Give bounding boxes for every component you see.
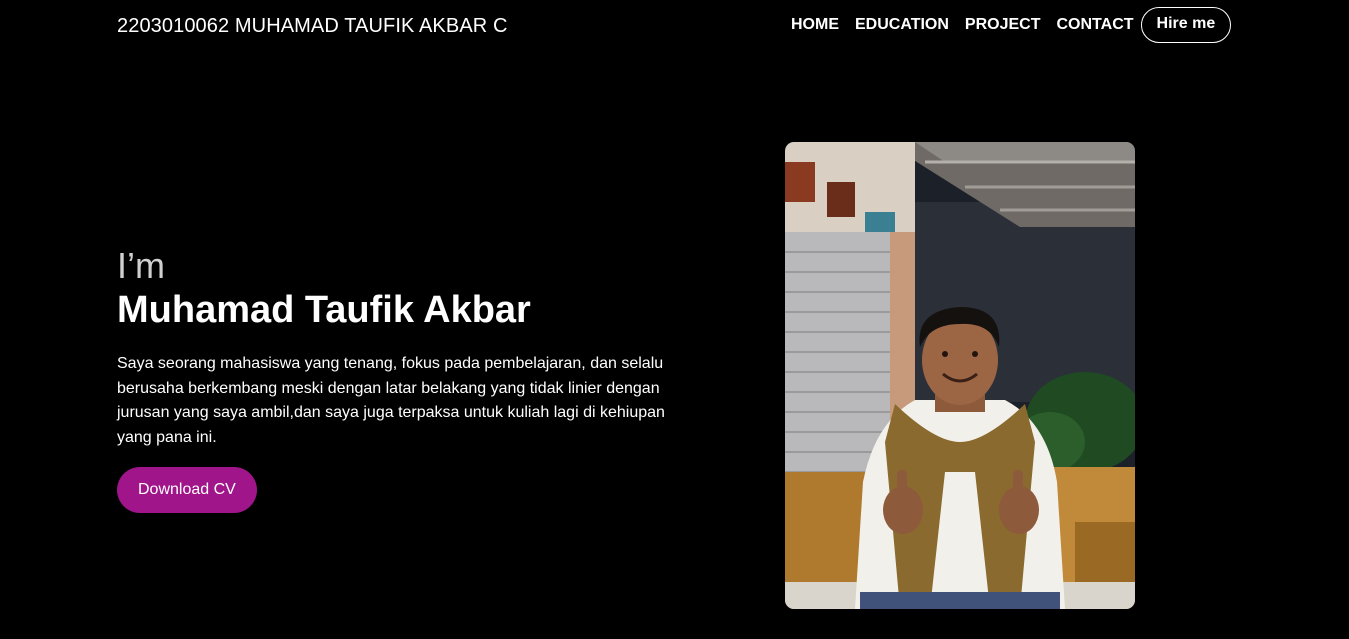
main-nav: HOME EDUCATION PROJECT CONTACT Hire me (791, 7, 1232, 43)
nav-education[interactable]: EDUCATION (855, 16, 949, 34)
profile-photo (785, 142, 1135, 609)
download-cv-button[interactable]: Download CV (117, 467, 257, 513)
hire-me-button[interactable]: Hire me (1140, 7, 1232, 43)
hero-intro: I’m Muhamad Taufik Akbar Saya seorang ma… (117, 246, 677, 513)
nav-project[interactable]: PROJECT (965, 16, 1041, 34)
hero-greeting: I’m (117, 245, 165, 286)
hero-name: Muhamad Taufik Akbar (117, 289, 531, 331)
portfolio-page: 2203010062 MUHAMAD TAUFIK AKBAR C HOME E… (0, 0, 1349, 639)
nav-contact[interactable]: CONTACT (1057, 16, 1134, 34)
site-brand[interactable]: 2203010062 MUHAMAD TAUFIK AKBAR C (117, 15, 508, 38)
hero-bio: Saya seorang mahasiswa yang tenang, foku… (117, 355, 665, 446)
nav-home[interactable]: HOME (791, 16, 839, 34)
